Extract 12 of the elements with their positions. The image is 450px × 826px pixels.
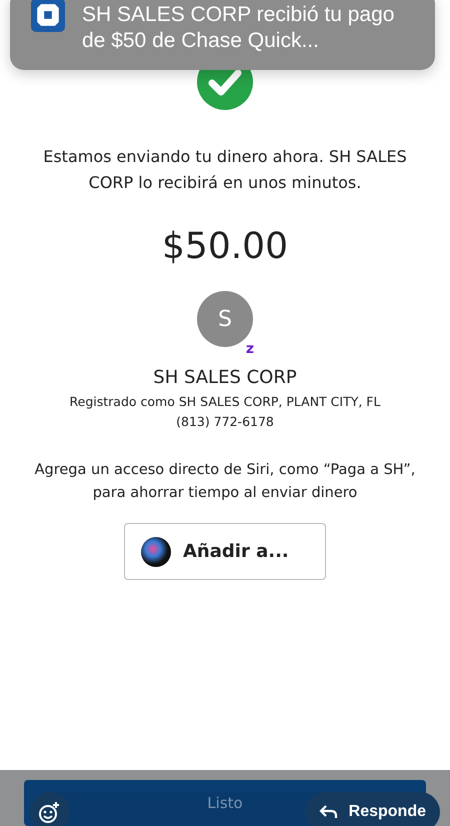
add-to-siri-button[interactable]: Añadir a... xyxy=(124,523,326,580)
recipient-name: SH SALES CORP xyxy=(153,367,297,388)
amount: $50.00 xyxy=(162,226,288,267)
reply-button[interactable]: Responde xyxy=(304,792,440,826)
phone-number: (813) 772-6178 xyxy=(176,414,274,429)
reply-icon xyxy=(318,804,339,820)
siri-message: Agrega un acceso directo de Siri, como “Paga a SH”, para ahorrar tiempo al enviar dinero xyxy=(34,461,416,503)
emoji-add-icon[interactable] xyxy=(30,792,70,826)
notification-text: SH SALES CORP recibió tu pago de $50 de Chase Quick... xyxy=(82,2,396,54)
done-button-label[interactable]: Listo xyxy=(207,794,243,812)
registered-info: Registrado como SH SALES CORP, PLANT CITY, FL xyxy=(70,394,380,409)
status-message: Estamos enviando tu dinero ahora. SH SALES CORP lo recibirá en unos minutos. xyxy=(42,146,408,194)
